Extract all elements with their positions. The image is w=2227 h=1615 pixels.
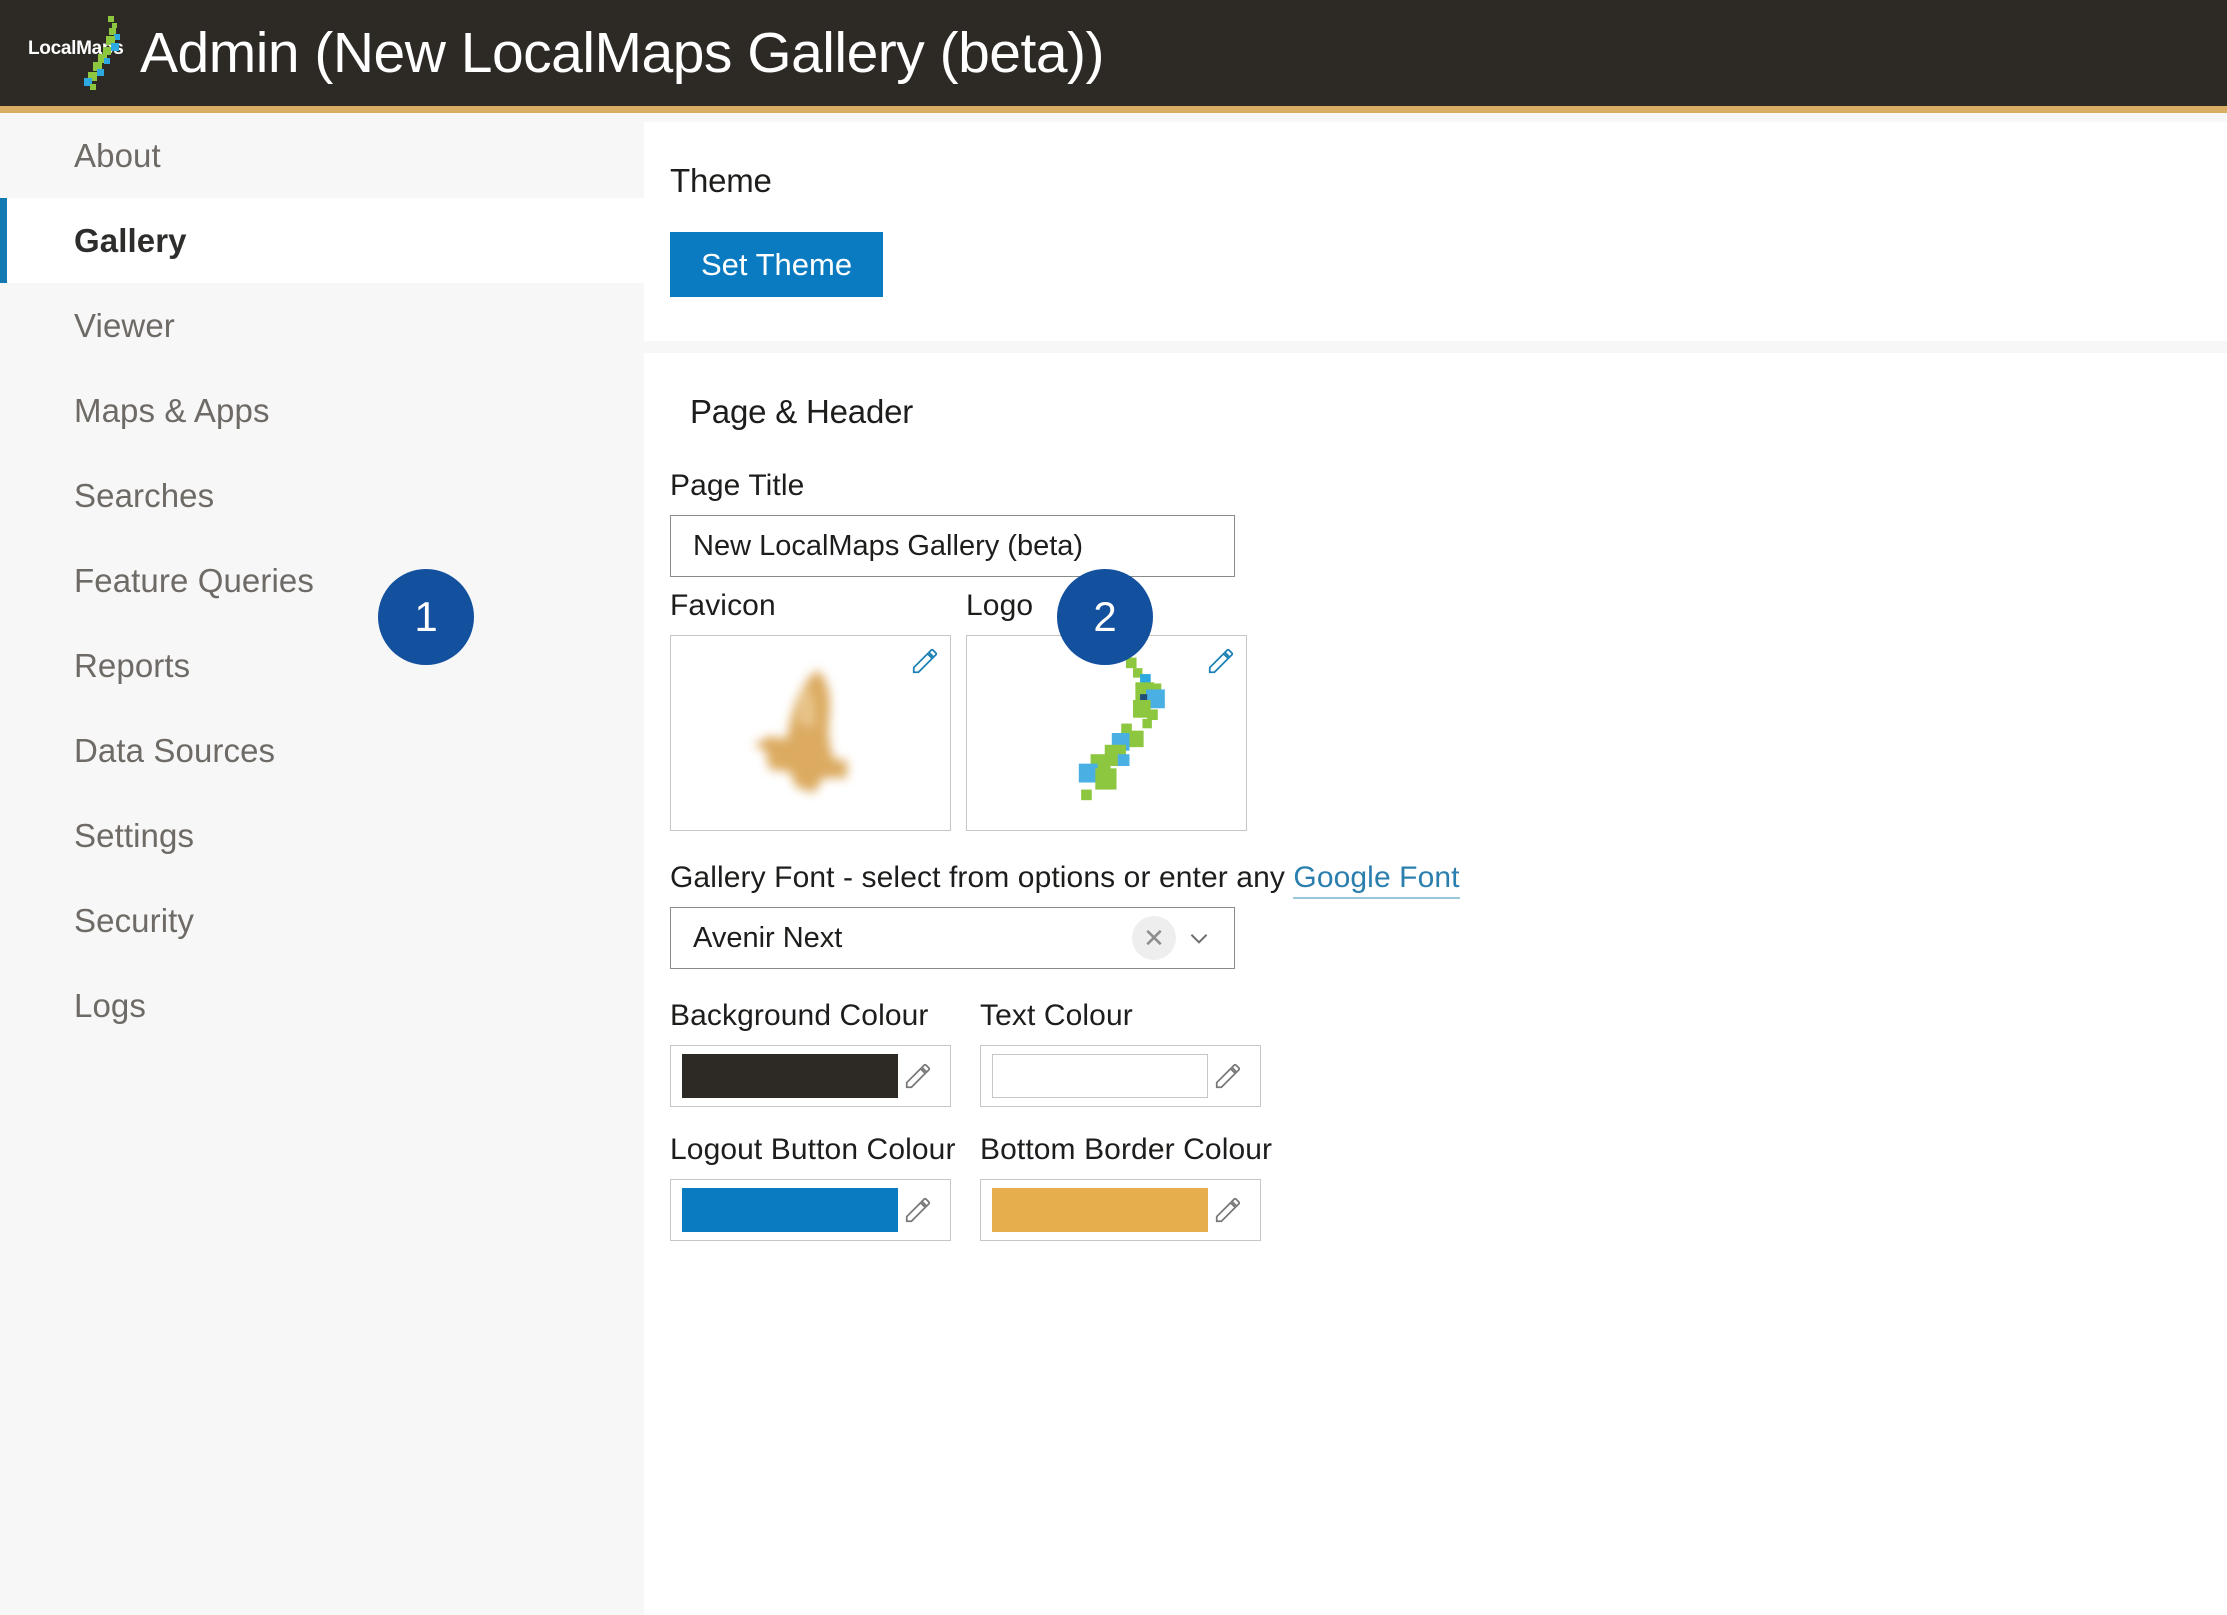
text-colour-field: Text Colour (980, 999, 1275, 1107)
edit-logo-pencil-icon[interactable] (1206, 646, 1236, 676)
bottom-border-colour-field: Bottom Border Colour (980, 1133, 1275, 1241)
annotation-marker-1: 1 (378, 569, 474, 665)
localmaps-brand-logo[interactable]: LocalMaps (26, 14, 124, 92)
background-colour-swatch[interactable] (682, 1054, 898, 1098)
sidebar-item-reports[interactable]: Reports (0, 623, 644, 708)
logout-button-colour-box[interactable] (670, 1179, 951, 1241)
logout-button-colour-label: Logout Button Colour (670, 1133, 956, 1166)
sidebar-nav: About Gallery Viewer Maps & Apps Searche… (0, 113, 644, 1615)
logout-button-colour-swatch[interactable] (682, 1188, 898, 1232)
colour-grid: Background Colour Text Colour Logout But… (670, 999, 2227, 1267)
admin-page: LocalMaps Admin (New LocalMaps Gallery (… (0, 0, 2227, 1615)
sidebar-item-logs[interactable]: Logs (0, 963, 644, 1048)
app-header: LocalMaps Admin (New LocalMaps Gallery (… (0, 0, 2227, 113)
bottom-border-colour-box[interactable] (980, 1179, 1261, 1241)
logout-button-colour-field: Logout Button Colour (670, 1133, 965, 1241)
edit-logout-button-colour-pencil-icon[interactable] (903, 1195, 933, 1225)
sidebar-item-data-sources[interactable]: Data Sources (0, 708, 644, 793)
chevron-down-icon[interactable] (1186, 925, 1212, 951)
sidebar-item-about[interactable]: About (0, 113, 644, 198)
gallery-font-value: Avenir Next (693, 921, 843, 954)
gallery-font-help-text: Gallery Font - select from options or en… (670, 861, 1294, 894)
bottom-border-colour-label: Bottom Border Colour (980, 1133, 1273, 1166)
edit-text-colour-pencil-icon[interactable] (1213, 1061, 1243, 1091)
gallery-font-help: Gallery Font - select from options or en… (670, 861, 2227, 899)
clear-font-icon[interactable]: ✕ (1132, 916, 1176, 960)
edit-favicon-pencil-icon[interactable] (910, 646, 940, 676)
annotation-marker-2: 2 (1057, 569, 1153, 665)
nz-map-icon (84, 16, 120, 90)
main-content: Theme Set Theme Page & Header Page Title… (644, 113, 2227, 1615)
favicon-label: Favicon (670, 589, 776, 622)
favicon-field: Favicon (670, 589, 951, 831)
sidebar-item-gallery[interactable]: Gallery (0, 198, 644, 283)
background-colour-field: Background Colour (670, 999, 965, 1107)
page-title: Admin (New LocalMaps Gallery (beta)) (140, 20, 1105, 85)
page-header-panel: Page & Header Page Title Favicon (644, 353, 2227, 1615)
logo-image-nz-map (1078, 657, 1165, 801)
text-colour-box[interactable] (980, 1045, 1261, 1107)
media-row: Favicon Logo (670, 589, 2227, 831)
gallery-font-select[interactable]: Avenir Next ✕ (670, 907, 1235, 969)
background-colour-label: Background Colour (670, 999, 929, 1032)
text-colour-label: Text Colour (980, 999, 1133, 1032)
sidebar-item-maps-apps[interactable]: Maps & Apps (0, 368, 644, 453)
page-title-input[interactable] (670, 515, 1235, 577)
favicon-preview-box[interactable] (670, 635, 951, 831)
page-header-heading: Page & Header (690, 393, 914, 430)
edit-bottom-border-colour-pencil-icon[interactable] (1213, 1195, 1243, 1225)
background-colour-box[interactable] (670, 1045, 951, 1107)
sidebar-item-feature-queries[interactable]: Feature Queries (0, 538, 644, 623)
edit-background-colour-pencil-icon[interactable] (903, 1061, 933, 1091)
theme-panel: Theme Set Theme (644, 122, 2227, 341)
set-theme-button[interactable]: Set Theme (670, 232, 884, 297)
bottom-border-colour-swatch[interactable] (992, 1188, 1208, 1232)
sidebar-item-viewer[interactable]: Viewer (0, 283, 644, 368)
text-colour-swatch[interactable] (992, 1054, 1208, 1098)
sidebar-item-searches[interactable]: Searches (0, 453, 644, 538)
sidebar-item-settings[interactable]: Settings (0, 793, 644, 878)
sidebar-item-security[interactable]: Security (0, 878, 644, 963)
google-font-link[interactable]: Google Font (1293, 861, 1460, 899)
favicon-image (753, 670, 847, 793)
theme-heading: Theme (670, 162, 772, 199)
page-title-label: Page Title (670, 469, 805, 502)
